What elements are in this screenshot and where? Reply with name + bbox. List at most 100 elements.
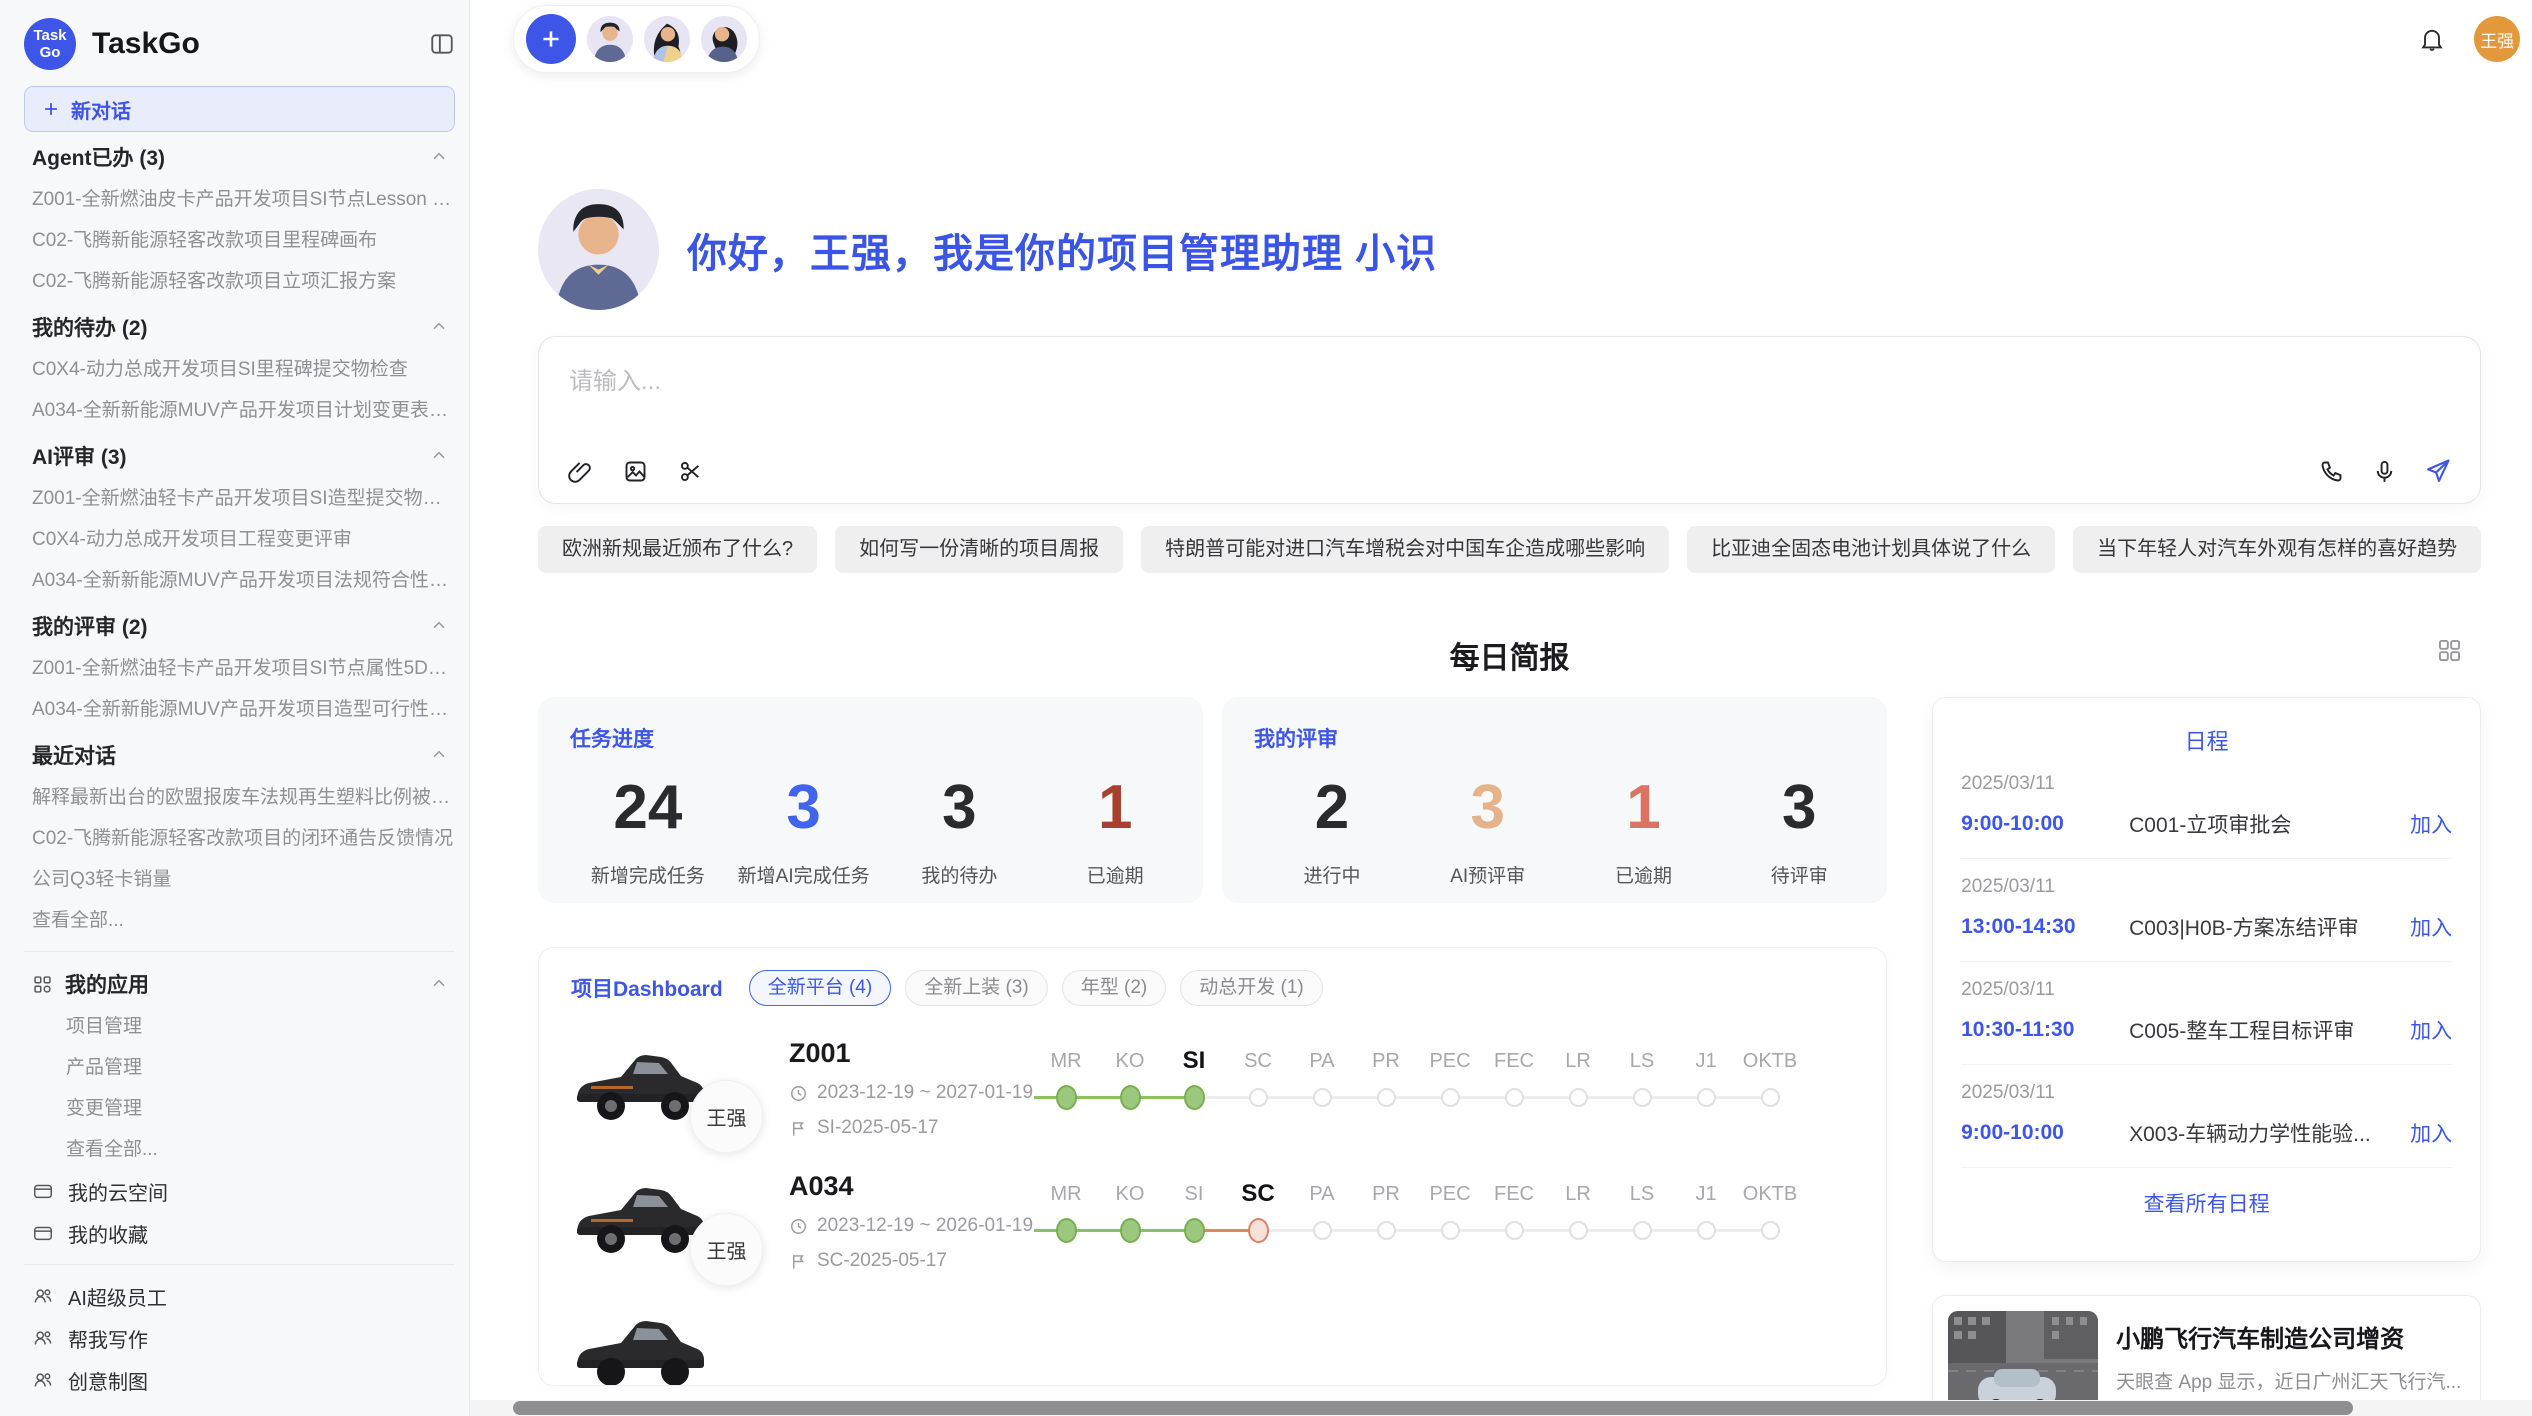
- sidebar-item[interactable]: Z001-全新燃油轻卡产品开发项目SI节点属性5D文件评审: [24, 648, 455, 689]
- dashboard-tab[interactable]: 年型 (2): [1062, 970, 1167, 1006]
- stat: 3 AI预评审: [1410, 777, 1566, 888]
- milestone-dot: [1761, 1221, 1780, 1240]
- stat-label: AI预评审: [1410, 861, 1566, 888]
- notification-bell-icon[interactable]: [2418, 25, 2446, 53]
- sidebar-section-header[interactable]: 我的评审 (2): [24, 604, 455, 648]
- suggestion-chip[interactable]: 比亚迪全固态电池计划具体说了什么: [1687, 526, 2055, 573]
- project-row-partial[interactable]: [571, 1302, 1854, 1386]
- project-info: Z001 2023-12-19 ~ 2027-01-19: [789, 1036, 1034, 1139]
- voice-call-icon[interactable]: [2318, 458, 2345, 485]
- sidebar-section-header[interactable]: AI评审 (3): [24, 434, 455, 478]
- suggestion-chips: 欧洲新规最近颁布了什么? 如何写一份清晰的项目周报 特朗普可能对进口汽车增税会对…: [538, 526, 2481, 573]
- project-dashboard-card: 项目Dashboard 全新平台 (4) 全新上装 (3) 年型 (2) 动总开…: [538, 947, 1887, 1386]
- stat-label: 新增完成任务: [570, 861, 726, 888]
- join-link[interactable]: 加入: [2410, 1118, 2452, 1148]
- sidebar-item[interactable]: C02-飞腾新能源轻客改款项目的闭环通告反馈情况: [24, 818, 455, 859]
- sidebar-section-my-apps[interactable]: 我的应用: [24, 962, 455, 1006]
- sidebar-item[interactable]: A034-全新新能源MUV产品开发项目法规符合性评审: [24, 560, 455, 601]
- add-agent-button[interactable]: [526, 14, 576, 64]
- attachment-icon[interactable]: [567, 458, 594, 485]
- project-code: Z001: [789, 1038, 1034, 1069]
- app-item[interactable]: 产品管理: [24, 1047, 455, 1088]
- sidebar-section-header[interactable]: 我的待办 (2): [24, 305, 455, 349]
- sidebar-item[interactable]: C0X4-动力总成开发项目SI里程碑提交物检查: [24, 349, 455, 390]
- sidebar-link-icon: [32, 1222, 54, 1244]
- sidebar-link-label: 我的收藏: [68, 1219, 148, 1248]
- stats-card-title: 任务进度: [570, 723, 1193, 753]
- agent-avatar[interactable]: [644, 16, 690, 62]
- stat-value: 3: [1721, 777, 1877, 839]
- dashboard-tab[interactable]: 全新平台 (4): [749, 970, 892, 1006]
- app-title: TaskGo: [92, 27, 200, 61]
- sidebar-link[interactable]: 我的云空间: [24, 1170, 455, 1212]
- project-row[interactable]: 王强 A034 2023-12-19 ~ 2026: [571, 1169, 1854, 1272]
- section-label: 我的待办 (2): [32, 312, 148, 342]
- user-avatar[interactable]: 王强: [2474, 16, 2520, 62]
- stat-value: 3: [726, 777, 882, 839]
- milestone: KO: [1098, 1044, 1162, 1110]
- sidebar-footer-link[interactable]: 创意制图: [24, 1359, 455, 1401]
- milestone-dot: [1377, 1221, 1396, 1240]
- dashboard-tab[interactable]: 全新上装 (3): [905, 970, 1048, 1006]
- sidebar-item[interactable]: A034-全新新能源MUV产品开发项目计划变更表编写: [24, 390, 455, 431]
- join-link[interactable]: 加入: [2410, 1015, 2452, 1045]
- sidebar-section-header[interactable]: 最近对话: [24, 733, 455, 777]
- sidebar-item[interactable]: 查看全部...: [24, 900, 455, 941]
- horizontal-scrollbar-thumb[interactable]: [513, 1401, 2353, 1415]
- milestone-label: FEC: [1482, 1044, 1546, 1078]
- collapse-sidebar-icon[interactable]: [429, 31, 455, 57]
- milestone-label: J1: [1674, 1177, 1738, 1211]
- app-item[interactable]: 查看全部...: [24, 1129, 455, 1170]
- section-label: 我的评审 (2): [32, 611, 148, 641]
- milestone-label: SC: [1226, 1044, 1290, 1078]
- sidebar-item[interactable]: C02-飞腾新能源轻客改款项目里程碑画布: [24, 220, 455, 261]
- send-button-icon[interactable]: [2424, 457, 2452, 485]
- app-item[interactable]: 变更管理: [24, 1088, 455, 1129]
- milestone-label: J1: [1674, 1044, 1738, 1078]
- milestone-dot: [1569, 1221, 1588, 1240]
- sidebar-item[interactable]: 解释最新出台的欧盟报废车法规再生塑料比例被调至15%...: [24, 777, 455, 818]
- schedule-date: 2025/03/11: [1961, 876, 2452, 898]
- agent-avatar[interactable]: [587, 16, 633, 62]
- sidebar-item[interactable]: C0X4-动力总成开发项目工程变更评审: [24, 519, 455, 560]
- new-chat-button[interactable]: 新对话: [24, 86, 455, 132]
- microphone-icon[interactable]: [2371, 458, 2398, 485]
- sidebar-item[interactable]: Z001-全新燃油皮卡产品开发项目SI节点Lesson Learn报告: [24, 179, 455, 220]
- view-all-schedule-link[interactable]: 查看所有日程: [1961, 1188, 2452, 1218]
- stat-label: 进行中: [1254, 861, 1410, 888]
- suggestion-chip[interactable]: 当下年轻人对汽车外观有怎样的喜好趋势: [2073, 526, 2481, 573]
- schedule-event-title: C001-立项审批会: [2129, 809, 2398, 839]
- agent-avatar[interactable]: [701, 16, 747, 62]
- sidebar-link[interactable]: 我的收藏: [24, 1212, 455, 1254]
- dashboard-tab[interactable]: 动总开发 (1): [1180, 970, 1323, 1006]
- sidebar-item[interactable]: A034-全新新能源MUV产品开发项目造型可行性评审: [24, 689, 455, 730]
- sidebar-section-header[interactable]: Agent已办 (3): [24, 135, 455, 179]
- chevron-up-icon: [429, 317, 449, 337]
- suggestion-chip[interactable]: 欧洲新规最近颁布了什么?: [538, 526, 817, 573]
- chevron-up-icon: [429, 974, 449, 994]
- milestone-dot: [1056, 1218, 1077, 1243]
- horizontal-scrollbar-track[interactable]: [470, 1400, 2532, 1416]
- project-row[interactable]: 王强 Z001 2023-12-19 ~ 2027: [571, 1036, 1854, 1139]
- join-link[interactable]: 加入: [2410, 912, 2452, 942]
- suggestion-chip[interactable]: 如何写一份清晰的项目周报: [835, 526, 1123, 573]
- chat-input[interactable]: [567, 359, 2452, 433]
- app-item[interactable]: 项目管理: [24, 1006, 455, 1047]
- news-card[interactable]: 小鹏飞行汽车制造公司增资 天眼查 App 显示，近日广州汇天飞行汽...: [1932, 1295, 2481, 1416]
- briefing-layout-icon[interactable]: [2436, 637, 2463, 664]
- project-code: A034: [789, 1171, 1034, 1202]
- sidebar-item[interactable]: 公司Q3轻卡销量: [24, 859, 455, 900]
- plus-icon: [41, 99, 61, 119]
- sidebar-item[interactable]: C02-飞腾新能源轻客改款项目立项汇报方案: [24, 261, 455, 302]
- top-bar: 王强: [513, 0, 2481, 73]
- stat-label: 新增AI完成任务: [726, 861, 882, 888]
- sidebar-footer-link[interactable]: AI超级员工: [24, 1275, 455, 1317]
- sidebar-item[interactable]: Z001-全新燃油轻卡产品开发项目SI造型提交物评审: [24, 478, 455, 519]
- suggestion-chip[interactable]: 特朗普可能对进口汽车增税会对中国车企造成哪些影响: [1141, 526, 1669, 573]
- join-link[interactable]: 加入: [2410, 809, 2452, 839]
- schedule-time: 9:00-10:00: [1961, 812, 2129, 836]
- sidebar-footer-link[interactable]: 帮我写作: [24, 1317, 455, 1359]
- screenshot-scissors-icon[interactable]: [677, 458, 704, 485]
- clock-icon: [789, 1084, 808, 1103]
- image-upload-icon[interactable]: [622, 458, 649, 485]
